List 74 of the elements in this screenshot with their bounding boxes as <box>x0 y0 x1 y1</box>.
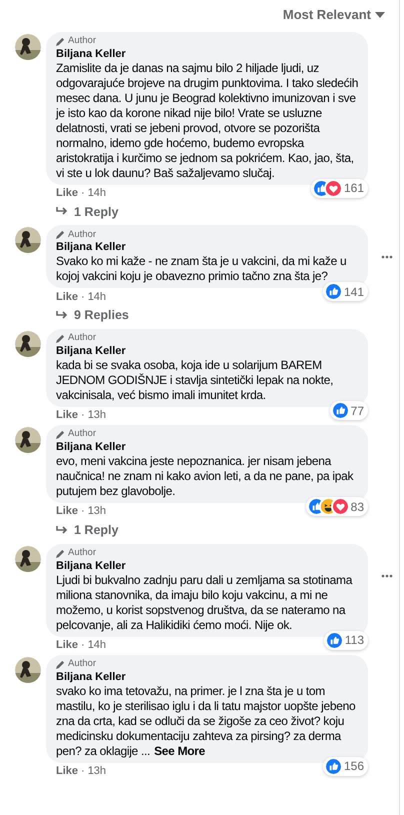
like-link[interactable]: Like <box>56 763 78 780</box>
author-label: Author <box>68 34 96 48</box>
thumbs-up-icon <box>326 632 342 648</box>
author-label: Author <box>68 228 96 242</box>
reaction-count[interactable]: 156 <box>322 756 368 776</box>
avatar[interactable] <box>15 427 41 453</box>
pencil-icon <box>56 36 65 46</box>
thumbs-up-icon <box>326 284 341 300</box>
commenter-name[interactable]: Biljana Keller <box>56 345 126 358</box>
avatar[interactable] <box>15 331 41 357</box>
thumbs-up-icon <box>314 180 329 196</box>
heart-icon <box>326 180 341 196</box>
reaction-count[interactable]: 141 <box>322 282 368 302</box>
heart-icon <box>332 499 348 514</box>
view-replies-link[interactable]: 1 Reply <box>56 521 118 540</box>
avatar[interactable] <box>15 546 41 572</box>
separator-dot: · <box>81 290 85 304</box>
avatar[interactable] <box>15 34 41 60</box>
like-link[interactable]: Like <box>56 637 78 654</box>
commenter-name[interactable]: Biljana Keller <box>56 241 126 254</box>
author-label: Author <box>68 427 96 442</box>
sort-dropdown[interactable]: Most Relevant <box>282 5 385 24</box>
more-options-icon[interactable] <box>381 255 393 260</box>
reaction-count[interactable]: 83 <box>306 497 368 516</box>
comment-text: Svako ko mi kaže - ne znam šta je u vakcini, da mi kaže u kojoj vakcini koju je obavezno primio tačno zna šta je? <box>56 254 348 284</box>
separator-dot: · <box>81 764 85 779</box>
view-replies-link[interactable]: 1 Reply <box>56 202 118 222</box>
thumbs-up-icon <box>326 758 341 774</box>
reaction-count[interactable]: 161 <box>310 178 368 198</box>
separator-dot: · <box>81 638 85 653</box>
pencil-icon <box>56 230 65 240</box>
like-link[interactable]: Like <box>56 407 78 424</box>
separator-dot: · <box>81 408 85 424</box>
reply-arrow-icon <box>56 311 68 320</box>
view-replies-link[interactable]: 9 Replies <box>56 306 129 325</box>
comment-text: Ljudi bi bukvalno zadnju paru dali u zemljama sa stotinama miliona stanovnika, da imaju bilo koju vakcinu, a mi ne možemo, u korist sopstvenog društva, da se nateramo na pelcovanje, ali za Halikidiki ćemo moći. Nije ok. <box>56 572 354 633</box>
author-label: Author <box>68 657 96 672</box>
like-link[interactable]: Like <box>56 503 78 520</box>
comment-text: svako ko ima tetovažu, na primer. je l zna šta je u tom mastilu, ko je sterilisao iglu i da li tatu majstor uopšte jebeno zna da crta, kad se odluči da se žigoše za ceo život? koju medicinsku dokumentaciju zahteva za pirsing? za derma pen? za oklagije ... See More <box>56 684 356 759</box>
like-link[interactable]: Like <box>56 288 78 305</box>
comment-time[interactable]: 13h <box>88 763 106 780</box>
reply-arrow-icon <box>56 526 68 535</box>
thumbs-up-icon <box>308 499 324 514</box>
commenter-name[interactable]: Biljana Keller <box>56 441 126 454</box>
see-more-link[interactable]: See More <box>154 744 206 758</box>
author-label: Author <box>68 331 96 346</box>
commenter-name[interactable]: Biljana Keller <box>56 560 126 573</box>
comment-text: Zamislite da je danas na sajmu bilo 2 hiljade ljudi, uz odgovarajuće brojeve na drugim punktovima. I tako sledećih mesec dana. U junu je Beograd kolektivno imunizovan i sve je isto kao da korone nikad nije bilo! Vrate se usluzne delatnosti, vrati se jebeni provod, otvore se pozorišta normalno, idemo gde hoćemo, budemo evropska aristokratija i kurčimo se jednom sa pokrićem. Kao, jao, šta, vi ste u lok daunu? Baš sažaljevamo slučaj. <box>56 60 360 180</box>
pencil-icon <box>56 430 65 439</box>
reaction-count[interactable]: 77 <box>330 401 368 420</box>
comment-text: evo, meni vakcina jeste nepoznanica. jer nisam jebena naučnica! ne znam ni kako avion leti, a da ne pane, pa ipak putujem bez glavobolje. <box>56 454 354 499</box>
thumbs-up-icon <box>332 403 348 418</box>
commenter-name[interactable]: Biljana Keller <box>56 48 126 60</box>
comment-time[interactable]: 14h <box>88 637 106 654</box>
comment-time[interactable]: 13h <box>88 503 106 520</box>
more-options-icon[interactable] <box>381 574 393 578</box>
avatar[interactable] <box>15 227 41 254</box>
separator-dot: · <box>81 186 85 201</box>
avatar[interactable] <box>15 656 41 683</box>
pencil-icon <box>56 334 65 343</box>
commenter-name[interactable]: Biljana Keller <box>56 670 126 684</box>
comment-time[interactable]: 13h <box>88 407 106 424</box>
separator-dot: · <box>81 504 85 520</box>
author-label: Author <box>68 546 96 560</box>
caret-icon <box>375 12 385 18</box>
comment-time[interactable]: 14h <box>88 288 106 305</box>
reaction-count[interactable]: 113 <box>324 630 368 650</box>
like-link[interactable]: Like <box>56 184 78 202</box>
laughing-face-icon <box>320 499 336 514</box>
reply-arrow-icon <box>56 207 68 216</box>
pencil-icon <box>56 548 65 558</box>
comment-time[interactable]: 14h <box>88 184 106 202</box>
pencil-icon <box>56 660 65 669</box>
comment-text: kada bi se svaka osoba, koja ide u solarijum BAREM JEDNOM GODIŠNJE i stavlja sintetički lepak na nokte, vakcinisala, već bismo imali imunitet krda. <box>56 358 334 403</box>
